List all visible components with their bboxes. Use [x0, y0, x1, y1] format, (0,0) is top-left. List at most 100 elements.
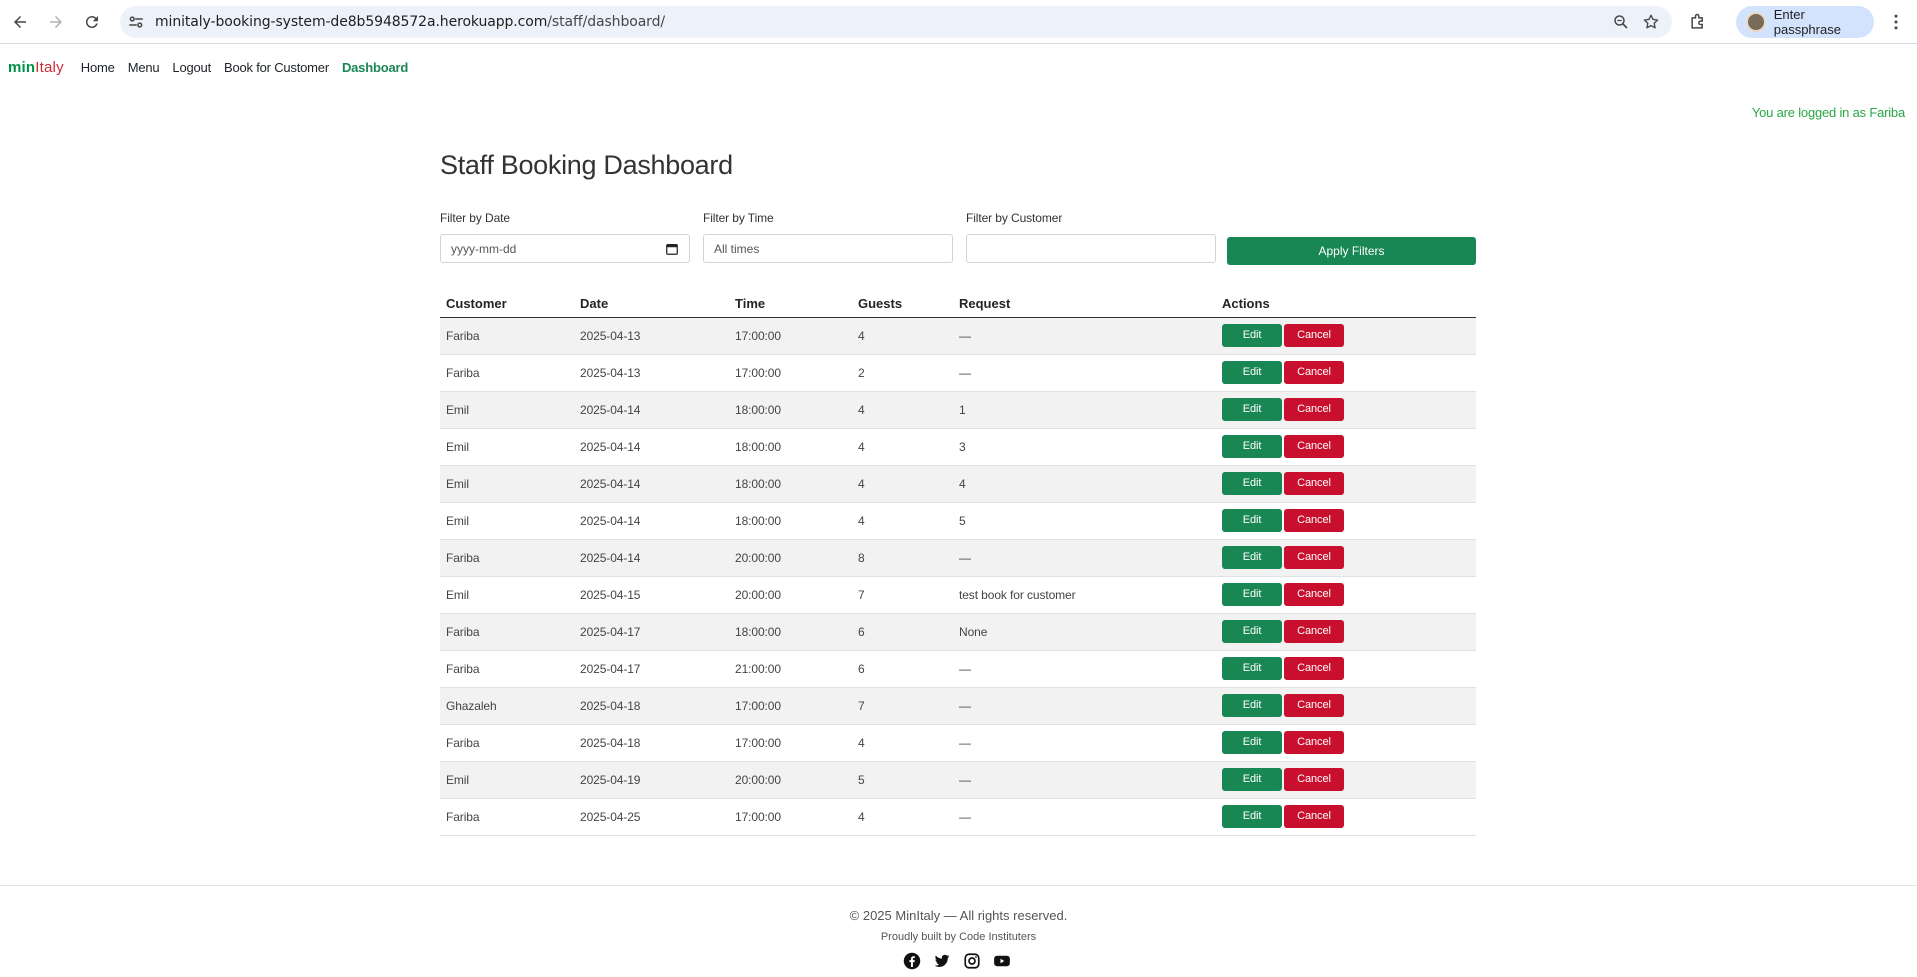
edit-button[interactable]: Edit: [1222, 731, 1282, 754]
cell-request: 1: [953, 391, 1216, 429]
table-row: Emil 2025-04-19 20:00:00 5— Edit Cancel: [440, 761, 1476, 799]
instagram-icon[interactable]: [963, 952, 981, 970]
cell-customer: Fariba: [440, 724, 574, 762]
cell-time: 20:00:00: [729, 576, 852, 614]
forward-arrow-icon[interactable]: [42, 8, 70, 36]
cell-customer: Emil: [440, 428, 574, 466]
edit-button[interactable]: Edit: [1222, 620, 1282, 643]
header-time: Time: [729, 290, 852, 318]
zoom-icon[interactable]: [1612, 13, 1630, 31]
copyright-text: © 2025 MinItaly — All rights reserved.: [849, 908, 1068, 923]
cancel-button[interactable]: Cancel: [1284, 509, 1344, 532]
cell-guests: 2: [852, 354, 953, 392]
cancel-button[interactable]: Cancel: [1284, 546, 1344, 569]
nav-logout[interactable]: Logout: [172, 60, 211, 75]
cancel-button[interactable]: Cancel: [1284, 731, 1344, 754]
edit-button[interactable]: Edit: [1222, 398, 1282, 421]
cell-guests: 8: [852, 539, 953, 577]
cell-request: 4: [953, 465, 1216, 503]
bookmark-star-icon[interactable]: [1642, 13, 1660, 31]
nav-dashboard[interactable]: Dashboard: [342, 60, 408, 75]
cell-request: 3: [953, 428, 1216, 466]
site-settings-icon[interactable]: [127, 13, 145, 31]
url-host: minitaly-booking-system-de8b5948572a.her…: [155, 14, 548, 30]
cancel-button[interactable]: Cancel: [1284, 657, 1344, 680]
cancel-button[interactable]: Cancel: [1284, 472, 1344, 495]
date-filter-input[interactable]: yyyy-mm-dd: [440, 234, 690, 263]
cell-customer: Emil: [440, 465, 574, 503]
cancel-button[interactable]: Cancel: [1284, 768, 1344, 791]
cell-date: 2025-04-14: [574, 391, 729, 429]
cancel-button[interactable]: Cancel: [1284, 435, 1344, 458]
edit-button[interactable]: Edit: [1222, 768, 1282, 791]
cell-time: 20:00:00: [729, 539, 852, 577]
page-footer: © 2025 MinItaly — All rights reserved. P…: [0, 885, 1917, 977]
cell-request: 5: [953, 502, 1216, 540]
apply-filters-button[interactable]: Apply Filters: [1227, 237, 1476, 265]
cell-time: 18:00:00: [729, 613, 852, 651]
facebook-icon[interactable]: [903, 952, 921, 970]
profile-button[interactable]: Enter passphrase: [1736, 6, 1874, 38]
cancel-button[interactable]: Cancel: [1284, 583, 1344, 606]
cell-customer: Emil: [440, 502, 574, 540]
cancel-button[interactable]: Cancel: [1284, 805, 1344, 828]
cell-customer: Ghazaleh: [440, 687, 574, 725]
cell-actions: Edit Cancel: [1216, 428, 1476, 466]
cell-time: 18:00:00: [729, 391, 852, 429]
edit-button[interactable]: Edit: [1222, 361, 1282, 384]
browser-menu-icon[interactable]: [1886, 12, 1906, 32]
reload-icon[interactable]: [78, 8, 106, 36]
table-row: Emil 2025-04-14 18:00:00 4 5 Edit Cancel: [440, 502, 1476, 540]
cell-customer: Fariba: [440, 317, 574, 355]
table-row: Fariba 2025-04-18 17:00:00 4— Edit Cancel: [440, 724, 1476, 762]
edit-button[interactable]: Edit: [1222, 509, 1282, 532]
cell-time: 17:00:00: [729, 798, 852, 836]
table-row: Fariba 2025-04-13 17:00:00 2— Edit Cancel: [440, 354, 1476, 392]
youtube-icon[interactable]: [993, 952, 1011, 970]
edit-button[interactable]: Edit: [1222, 657, 1282, 680]
cell-time: 17:00:00: [729, 354, 852, 392]
edit-button[interactable]: Edit: [1222, 435, 1282, 458]
edit-button[interactable]: Edit: [1222, 472, 1282, 495]
cell-actions: Edit Cancel: [1216, 317, 1476, 355]
cell-actions: Edit Cancel: [1216, 724, 1476, 762]
bookings-table: Customer Date Time Guests Request Action…: [440, 290, 1476, 836]
cell-guests: 4: [852, 428, 953, 466]
credit-text: Proudly built by Code Instituters: [880, 931, 1037, 943]
nav-book-for-customer[interactable]: Book for Customer: [224, 60, 329, 75]
table-row: Fariba 2025-04-25 17:00:00 4— Edit Cancel: [440, 798, 1476, 836]
calendar-icon[interactable]: [665, 242, 679, 256]
nav-menu[interactable]: Menu: [128, 60, 160, 75]
cancel-button[interactable]: Cancel: [1284, 398, 1344, 421]
cell-date: 2025-04-13: [574, 317, 729, 355]
cell-guests: 7: [852, 576, 953, 614]
address-bar[interactable]: minitaly-booking-system-de8b5948572a.her…: [120, 6, 1672, 38]
cancel-button[interactable]: Cancel: [1284, 361, 1344, 384]
cell-actions: Edit Cancel: [1216, 650, 1476, 688]
cancel-button[interactable]: Cancel: [1284, 324, 1344, 347]
cell-time: 20:00:00: [729, 761, 852, 799]
header-actions: Actions: [1216, 290, 1476, 318]
edit-button[interactable]: Edit: [1222, 324, 1282, 347]
customer-filter-input[interactable]: [966, 234, 1216, 263]
edit-button[interactable]: Edit: [1222, 546, 1282, 569]
cell-actions: Edit Cancel: [1216, 761, 1476, 799]
time-filter-select[interactable]: All times: [703, 234, 953, 263]
edit-button[interactable]: Edit: [1222, 805, 1282, 828]
brand-logo[interactable]: minItaly: [8, 59, 64, 76]
twitter-icon[interactable]: [933, 952, 951, 970]
nav-home[interactable]: Home: [81, 60, 115, 75]
customer-filter-label: Filter by Customer: [966, 211, 1063, 225]
cell-guests: 7: [852, 687, 953, 725]
cancel-button[interactable]: Cancel: [1284, 620, 1344, 643]
cell-date: 2025-04-14: [574, 428, 729, 466]
extensions-puzzle-icon[interactable]: [1688, 12, 1708, 32]
url-text[interactable]: minitaly-booking-system-de8b5948572a.her…: [155, 14, 665, 30]
edit-button[interactable]: Edit: [1222, 694, 1282, 717]
back-arrow-icon[interactable]: [6, 8, 34, 36]
table-row: Emil 2025-04-14 18:00:00 4 3 Edit Cancel: [440, 428, 1476, 466]
cell-time: 17:00:00: [729, 317, 852, 355]
logged-in-status: You are logged in as Fariba: [1751, 105, 1905, 120]
edit-button[interactable]: Edit: [1222, 583, 1282, 606]
cancel-button[interactable]: Cancel: [1284, 694, 1344, 717]
